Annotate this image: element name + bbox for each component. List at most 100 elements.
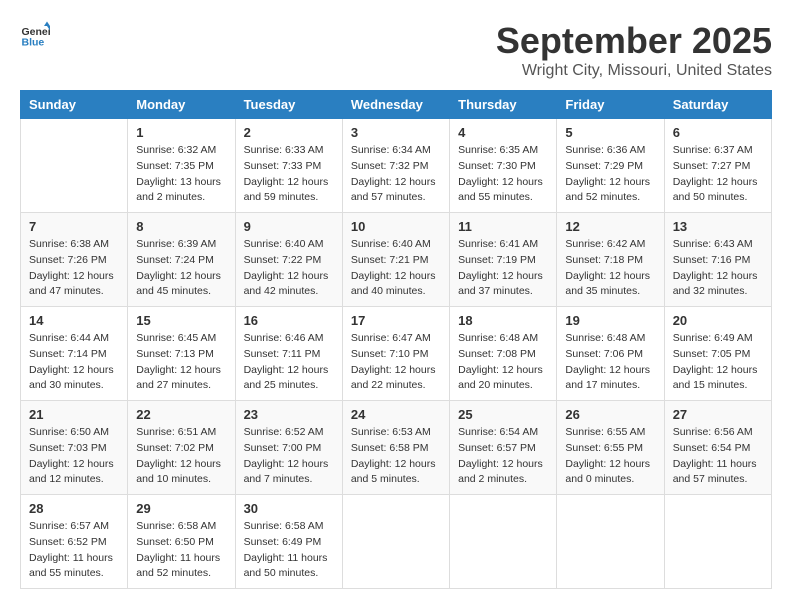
page-header: General Blue September 2025 Wright City,…	[20, 20, 772, 80]
day-number: 27	[673, 407, 763, 422]
table-row: 12Sunrise: 6:42 AM Sunset: 7:18 PM Dayli…	[557, 213, 664, 307]
table-row: 23Sunrise: 6:52 AM Sunset: 7:00 PM Dayli…	[235, 401, 342, 495]
day-number: 10	[351, 219, 441, 234]
table-row: 27 Sunrise: 6:56 AM Sunset: 6:54 PM Dayli…	[664, 401, 771, 495]
day-number: 29	[136, 501, 226, 516]
table-row: 17 Sunrise: 6:47 AM Sunset: 7:10 PM Dayli…	[342, 307, 449, 401]
table-row	[557, 495, 664, 589]
day-info: Sunrise: 6:37 AM Sunset: 7:27 PM Dayligh…	[673, 143, 763, 206]
location-title: Wright City, Missouri, United States	[496, 62, 772, 80]
logo-icon: General Blue	[20, 20, 50, 50]
calendar-table: Sunday Monday Tuesday Wednesday Thursday…	[20, 90, 772, 589]
header-sunday: Sunday	[21, 91, 128, 119]
day-number: 15	[136, 313, 226, 328]
logo: General Blue	[20, 20, 50, 50]
day-info: Sunrise: 6:51 AM Sunset: 7:02 PM Dayligh…	[136, 425, 226, 488]
day-info: Sunrise: 6:40 AM Sunset: 7:21 PM Dayligh…	[351, 237, 441, 300]
table-row: 18 Sunrise: 6:48 AM Sunset: 7:08 PM Dayli…	[450, 307, 557, 401]
header-wednesday: Wednesday	[342, 91, 449, 119]
table-row: 25Sunrise: 6:54 AM Sunset: 6:57 PM Dayli…	[450, 401, 557, 495]
day-number: 7	[29, 219, 119, 234]
day-number: 25	[458, 407, 548, 422]
table-row: 22 Sunrise: 6:51 AM Sunset: 7:02 PM Dayli…	[128, 401, 235, 495]
day-info: Sunrise: 6:49 AM Sunset: 7:05 PM Dayligh…	[673, 331, 763, 394]
day-number: 26	[565, 407, 655, 422]
day-number: 8	[136, 219, 226, 234]
table-row: 3 Sunrise: 6:34 AM Sunset: 7:32 PM Daylig…	[342, 119, 449, 213]
table-row: 8 Sunrise: 6:39 AM Sunset: 7:24 PM Daylig…	[128, 213, 235, 307]
day-info: Sunrise: 6:55 AM Sunset: 6:55 PM Dayligh…	[565, 425, 655, 488]
day-number: 13	[673, 219, 763, 234]
day-info: Sunrise: 6:56 AM Sunset: 6:54 PM Dayligh…	[673, 425, 763, 488]
day-number: 21	[29, 407, 119, 422]
table-row	[21, 119, 128, 213]
day-info: Sunrise: 6:40 AM Sunset: 7:22 PM Dayligh…	[244, 237, 334, 300]
day-info: Sunrise: 6:32 AM Sunset: 7:35 PM Dayligh…	[136, 143, 226, 206]
day-number: 17	[351, 313, 441, 328]
header-tuesday: Tuesday	[235, 91, 342, 119]
day-info: Sunrise: 6:35 AM Sunset: 7:30 PM Dayligh…	[458, 143, 548, 206]
calendar-week-row: 28Sunrise: 6:57 AM Sunset: 6:52 PM Dayli…	[21, 495, 772, 589]
day-info: Sunrise: 6:39 AM Sunset: 7:24 PM Dayligh…	[136, 237, 226, 300]
table-row	[342, 495, 449, 589]
table-row: 29 Sunrise: 6:58 AM Sunset: 6:50 PM Dayli…	[128, 495, 235, 589]
day-info: Sunrise: 6:46 AM Sunset: 7:11 PM Dayligh…	[244, 331, 334, 394]
day-number: 12	[565, 219, 655, 234]
table-row: 15 Sunrise: 6:45 AM Sunset: 7:13 PM Dayli…	[128, 307, 235, 401]
day-number: 2	[244, 125, 334, 140]
day-info: Sunrise: 6:50 AM Sunset: 7:03 PM Dayligh…	[29, 425, 119, 488]
table-row: 11 Sunrise: 6:41 AM Sunset: 7:19 PM Dayli…	[450, 213, 557, 307]
day-number: 5	[565, 125, 655, 140]
day-number: 16	[244, 313, 334, 328]
day-number: 24	[351, 407, 441, 422]
day-info: Sunrise: 6:34 AM Sunset: 7:32 PM Dayligh…	[351, 143, 441, 206]
day-number: 9	[244, 219, 334, 234]
day-info: Sunrise: 6:48 AM Sunset: 7:06 PM Dayligh…	[565, 331, 655, 394]
table-row: 10 Sunrise: 6:40 AM Sunset: 7:21 PM Dayli…	[342, 213, 449, 307]
table-row: 13 Sunrise: 6:43 AM Sunset: 7:16 PM Dayli…	[664, 213, 771, 307]
month-title: September 2025	[496, 20, 772, 62]
day-number: 4	[458, 125, 548, 140]
day-info: Sunrise: 6:38 AM Sunset: 7:26 PM Dayligh…	[29, 237, 119, 300]
table-row: 4 Sunrise: 6:35 AM Sunset: 7:30 PM Daylig…	[450, 119, 557, 213]
header-thursday: Thursday	[450, 91, 557, 119]
day-number: 6	[673, 125, 763, 140]
day-number: 28	[29, 501, 119, 516]
day-number: 30	[244, 501, 334, 516]
table-row: 21 Sunrise: 6:50 AM Sunset: 7:03 PM Dayli…	[21, 401, 128, 495]
day-number: 14	[29, 313, 119, 328]
day-info: Sunrise: 6:47 AM Sunset: 7:10 PM Dayligh…	[351, 331, 441, 394]
table-row: 19 Sunrise: 6:48 AM Sunset: 7:06 PM Dayli…	[557, 307, 664, 401]
day-info: Sunrise: 6:58 AM Sunset: 6:50 PM Dayligh…	[136, 519, 226, 582]
day-number: 1	[136, 125, 226, 140]
day-number: 11	[458, 219, 548, 234]
day-number: 18	[458, 313, 548, 328]
table-row: 20Sunrise: 6:49 AM Sunset: 7:05 PM Dayli…	[664, 307, 771, 401]
day-info: Sunrise: 6:45 AM Sunset: 7:13 PM Dayligh…	[136, 331, 226, 394]
table-row: 5Sunrise: 6:36 AM Sunset: 7:29 PM Daylig…	[557, 119, 664, 213]
day-info: Sunrise: 6:48 AM Sunset: 7:08 PM Dayligh…	[458, 331, 548, 394]
header-monday: Monday	[128, 91, 235, 119]
svg-text:Blue: Blue	[22, 37, 45, 49]
day-info: Sunrise: 6:33 AM Sunset: 7:33 PM Dayligh…	[244, 143, 334, 206]
day-number: 22	[136, 407, 226, 422]
table-row: 7 Sunrise: 6:38 AM Sunset: 7:26 PM Daylig…	[21, 213, 128, 307]
day-info: Sunrise: 6:43 AM Sunset: 7:16 PM Dayligh…	[673, 237, 763, 300]
table-row: 1 Sunrise: 6:32 AM Sunset: 7:35 PM Daylig…	[128, 119, 235, 213]
day-number: 23	[244, 407, 334, 422]
table-row	[450, 495, 557, 589]
day-number: 3	[351, 125, 441, 140]
table-row: 24 Sunrise: 6:53 AM Sunset: 6:58 PM Dayli…	[342, 401, 449, 495]
day-number: 19	[565, 313, 655, 328]
day-info: Sunrise: 6:41 AM Sunset: 7:19 PM Dayligh…	[458, 237, 548, 300]
calendar-header-row: Sunday Monday Tuesday Wednesday Thursday…	[21, 91, 772, 119]
day-info: Sunrise: 6:53 AM Sunset: 6:58 PM Dayligh…	[351, 425, 441, 488]
day-info: Sunrise: 6:58 AM Sunset: 6:49 PM Dayligh…	[244, 519, 334, 582]
table-row: 9 Sunrise: 6:40 AM Sunset: 7:22 PM Daylig…	[235, 213, 342, 307]
calendar-week-row: 21 Sunrise: 6:50 AM Sunset: 7:03 PM Dayli…	[21, 401, 772, 495]
table-row: 26 Sunrise: 6:55 AM Sunset: 6:55 PM Dayli…	[557, 401, 664, 495]
header-friday: Friday	[557, 91, 664, 119]
table-row: 30 Sunrise: 6:58 AM Sunset: 6:49 PM Dayli…	[235, 495, 342, 589]
table-row: 2 Sunrise: 6:33 AM Sunset: 7:33 PM Daylig…	[235, 119, 342, 213]
day-info: Sunrise: 6:44 AM Sunset: 7:14 PM Dayligh…	[29, 331, 119, 394]
